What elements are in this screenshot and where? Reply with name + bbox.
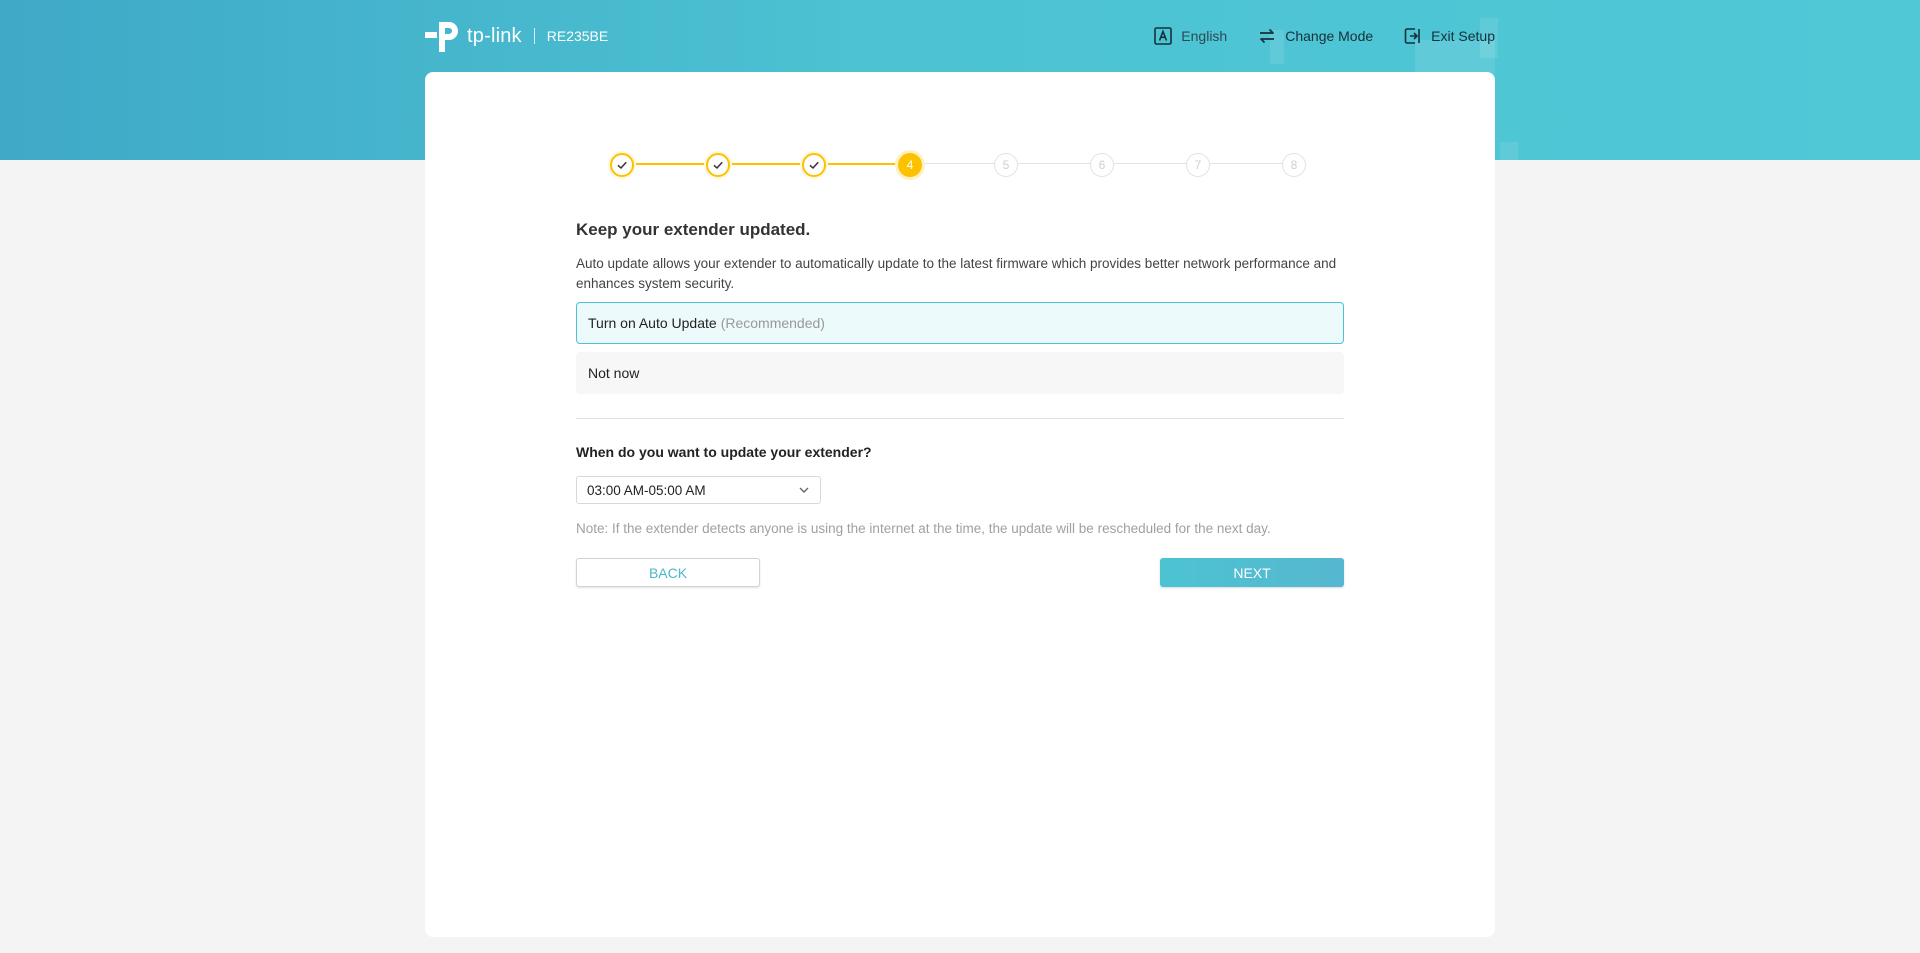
step-connector	[1006, 163, 1102, 164]
language-label: English	[1181, 28, 1228, 44]
reschedule-note: Note: If the extender detects anyone is …	[576, 521, 1271, 536]
next-button[interactable]: NEXT	[1160, 558, 1344, 587]
schedule-question: When do you want to update your extender…	[576, 444, 872, 460]
step-connector	[622, 163, 718, 165]
back-button[interactable]: BACK	[576, 558, 760, 587]
language-selector[interactable]: English	[1153, 26, 1227, 46]
step-1	[610, 153, 634, 177]
brand: tp-link RE235BE	[425, 18, 608, 54]
step-connector	[1198, 163, 1294, 164]
step-connector	[910, 163, 1006, 164]
step-4: 4	[898, 153, 922, 177]
top-actions: English Change Mode Exit Setup	[1153, 26, 1495, 46]
step-number: 6	[1098, 158, 1106, 172]
step-connector	[1102, 163, 1198, 164]
update-time-value: 03:00 AM-05:00 AM	[587, 482, 706, 498]
tp-link-logo-icon	[425, 18, 463, 54]
progress-stepper: 4 5 6 7 8	[610, 150, 1306, 180]
option-not-now[interactable]: Not now	[576, 352, 1344, 394]
step-connector	[718, 163, 814, 165]
language-icon	[1154, 27, 1173, 45]
model-name: RE235BE	[546, 28, 609, 44]
chevron-down-icon	[799, 487, 809, 493]
step-5: 5	[994, 153, 1018, 177]
check-icon	[617, 161, 627, 170]
step-connector	[814, 163, 910, 165]
step-number: 7	[1194, 158, 1202, 172]
step-8: 8	[1282, 153, 1306, 177]
auto-update-section: Keep your extender updated. Auto update …	[576, 220, 1344, 587]
exit-setup-button[interactable]: Exit Setup	[1403, 26, 1495, 46]
switch-mode-icon	[1260, 28, 1275, 44]
check-icon	[713, 161, 723, 170]
divider	[576, 418, 1344, 419]
page-title: Keep your extender updated.	[576, 220, 811, 239]
top-bar: tp-link RE235BE English Change Mode Exit…	[425, 14, 1495, 58]
update-time-select[interactable]: 03:00 AM-05:00 AM	[576, 476, 821, 504]
exit-icon	[1404, 28, 1420, 44]
recommended-hint: (Recommended)	[720, 315, 825, 331]
step-6: 6	[1090, 153, 1114, 177]
change-mode-button[interactable]: Change Mode	[1257, 26, 1373, 46]
step-2	[706, 153, 730, 177]
change-mode-label: Change Mode	[1285, 28, 1374, 44]
option-turn-on-auto-update[interactable]: Turn on Auto Update (Recommended)	[576, 302, 1344, 344]
navigation-buttons: BACK NEXT	[576, 558, 1344, 587]
option-label: Turn on Auto Update	[588, 315, 717, 331]
description: Auto update allows your extender to auto…	[576, 256, 1337, 291]
brand-name: tp-link	[467, 24, 522, 47]
step-7: 7	[1186, 153, 1210, 177]
exit-setup-label: Exit Setup	[1431, 28, 1495, 44]
decorative-shape	[1500, 142, 1518, 160]
step-number: 4	[906, 158, 914, 172]
check-icon	[809, 161, 819, 170]
brand-separator	[533, 28, 535, 44]
option-label: Not now	[588, 365, 640, 381]
step-3	[802, 153, 826, 177]
step-number: 8	[1290, 158, 1298, 172]
step-number: 5	[1002, 158, 1010, 172]
